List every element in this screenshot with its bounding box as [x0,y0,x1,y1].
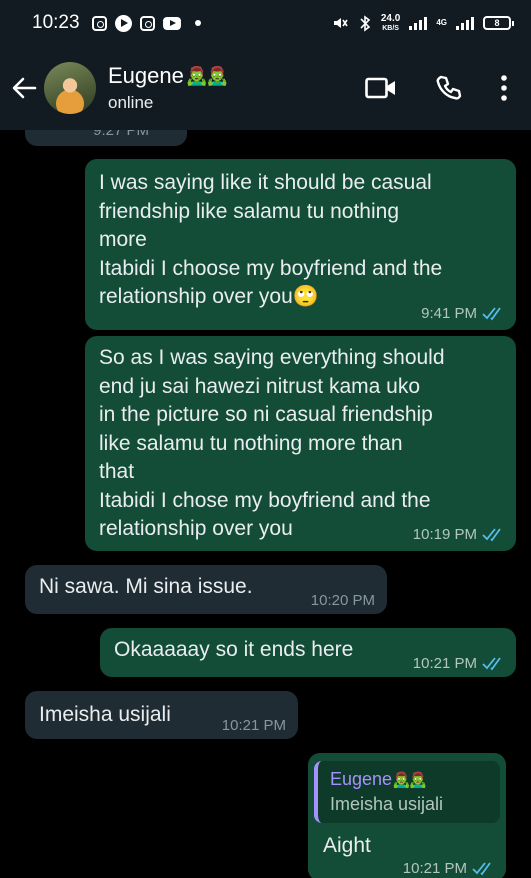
message-text: Aight [323,834,371,857]
message-time: 10:20 PM [310,592,375,609]
back-button[interactable] [10,74,38,102]
contact-name-emoji: 🧟‍♂️🧟‍♂️ [185,65,229,86]
youtube-icon [162,16,181,30]
mute-icon [333,18,348,28]
contact-name: Eugene [108,63,184,88]
quoted-sender: Eugene [330,769,393,789]
quoted-sender-emoji: 🧟‍♂️🧟‍♂️ [392,772,427,789]
instagram-icon [139,15,155,31]
more-notifications-dot [194,20,201,26]
double-check-icon [482,306,501,320]
system-icons: 24.0 KB/S 4G 8 [331,12,514,33]
message-time: 10:19 PM [412,526,477,543]
network-speed: 24.0 KB/S [380,12,401,32]
bluetooth-icon [360,14,371,32]
message-text: I was saying like it should be casual fr… [99,171,443,308]
quoted-message[interactable]: Eugene🧟‍♂️🧟‍♂️ Imeisha usijali [314,761,500,823]
message-bubble-outgoing[interactable]: So as I was saying everything should end… [85,336,516,551]
quoted-text: Imeisha usijali [330,794,444,814]
message-bubble-incoming[interactable]: Imeisha usijali 10:21 PM [25,691,298,739]
network-type: 4G [436,18,447,27]
play-icon [114,14,132,32]
video-call-icon[interactable] [365,76,397,100]
arrow-left-icon [12,77,37,99]
contact-info[interactable]: Eugene 🧟‍♂️🧟‍♂️ online [108,63,229,113]
message-list[interactable]: 9:27 PM I was saying like it should be c… [0,100,531,878]
double-check-icon [482,527,501,541]
signal-icon-2 [456,16,474,30]
battery-icon: 8 [483,16,514,30]
message-time: 10:21 PM [412,655,477,672]
contact-status: online [108,93,154,112]
contact-avatar[interactable] [44,62,96,114]
double-check-icon [472,861,491,875]
voice-call-icon[interactable] [435,74,463,102]
notification-icons [91,14,201,32]
message-bubble-outgoing[interactable]: Okaaaaay so it ends here 10:21 PM [100,628,516,677]
message-text: So as I was saying everything should end… [99,346,445,540]
message-bubble-outgoing[interactable]: I was saying like it should be casual fr… [85,159,516,330]
more-options-icon[interactable] [501,75,507,101]
message-time: 9:41 PM [421,305,477,322]
chat-header: Eugene 🧟‍♂️🧟‍♂️ online [0,46,531,130]
signal-icon [409,16,428,30]
message-time: 10:21 PM [402,860,467,877]
status-bar: 10:23 24.0 KB/S 4G 8 [0,0,531,46]
instagram-icon [91,15,107,31]
double-check-icon [482,656,501,670]
message-bubble-incoming[interactable]: Ni sawa. Mi sina issue. 10:20 PM [25,565,387,614]
message-time: 10:21 PM [221,717,286,734]
message-bubble-outgoing-reply[interactable]: Eugene🧟‍♂️🧟‍♂️ Imeisha usijali Aight 10:… [308,753,506,878]
status-time: 10:23 [32,12,80,33]
